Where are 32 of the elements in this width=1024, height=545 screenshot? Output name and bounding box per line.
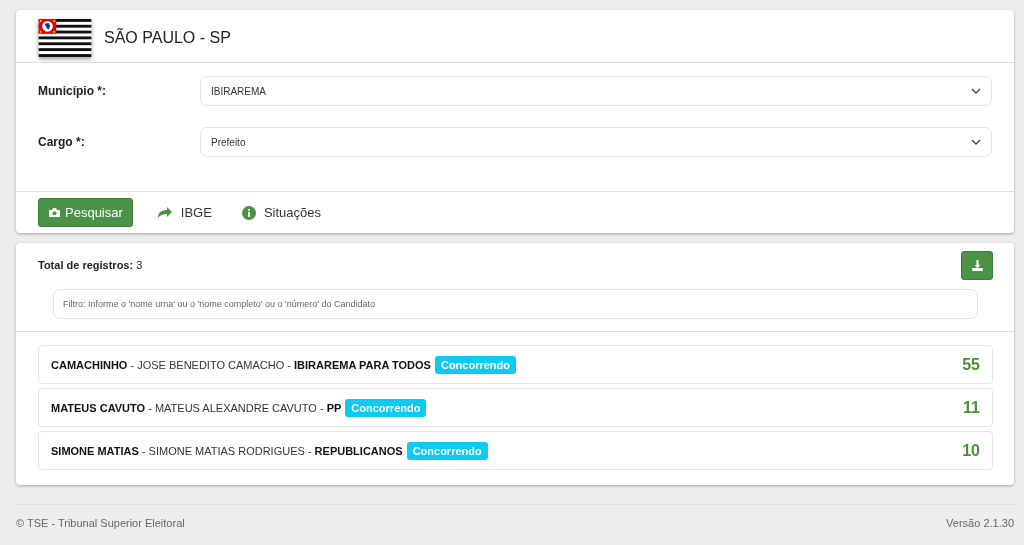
field-label: Município *: [38,84,107,98]
link-button[interactable]: Situações [235,205,327,220]
chevron-down-icon [971,88,981,94]
candidate-row[interactable]: CAMACHINHO - JOSE BENEDITO CAMACHO - IBIRAREMA PARA TODOS Concorrendo 55 [38,345,993,384]
flag-icon [38,19,92,57]
candidate-number: 11 [963,398,980,417]
candidate-name: CAMACHINHO - JOSE BENEDITO CAMACHO - IBIRAREMA PARA TODOS [51,358,431,371]
select-field[interactable]: Prefeito [200,127,992,157]
field-label: Cargo *: [38,135,86,149]
select-field[interactable]: IBIRAREMA [200,76,992,106]
filter-field[interactable]: Filtro: Informe o 'nome urna' ou o 'nome completo' ou o 'número' do Candidato [53,289,978,319]
candidate-row[interactable]: MATEUS CAVUTO - MATEUS ALEXANDRE CAVUTO - PP Concorrendo 11 [38,388,993,427]
page-title: SÃO PAULO - SP [104,29,231,47]
candidate-name: SIMONE MATIAS - SIMONE MATIAS RODRIGUES - REPUBLICANOS [51,444,403,457]
download-button[interactable] [961,250,993,280]
candidate-number: 10 [962,441,980,460]
version-text: Versão 2.1.30 [946,517,1014,529]
download-icon [970,258,984,272]
status-badge: Concorrendo [406,441,488,460]
status-badge: Concorrendo [345,398,427,417]
candidate-row[interactable]: SIMONE MATIAS - SIMONE MATIAS RODRIGUES - REPUBLICANOS Concorrendo 10 [38,431,993,470]
total-records: Total de registros: 3 [38,259,143,271]
link-button[interactable]: IBGE [150,205,218,220]
candidate-name: MATEUS CAVUTO - MATEUS ALEXANDRE CAVUTO - PP [51,401,342,414]
share-arrow-icon [156,206,173,219]
chevron-down-icon [971,139,981,145]
copyright-text: © TSE - Tribunal Superior Eleitoral [16,517,185,529]
status-badge: Concorrendo [434,355,516,374]
candidate-number: 55 [962,355,980,374]
search-button[interactable]: Pesquisar [38,198,133,227]
info-icon [241,205,256,220]
camera-icon [48,207,61,218]
